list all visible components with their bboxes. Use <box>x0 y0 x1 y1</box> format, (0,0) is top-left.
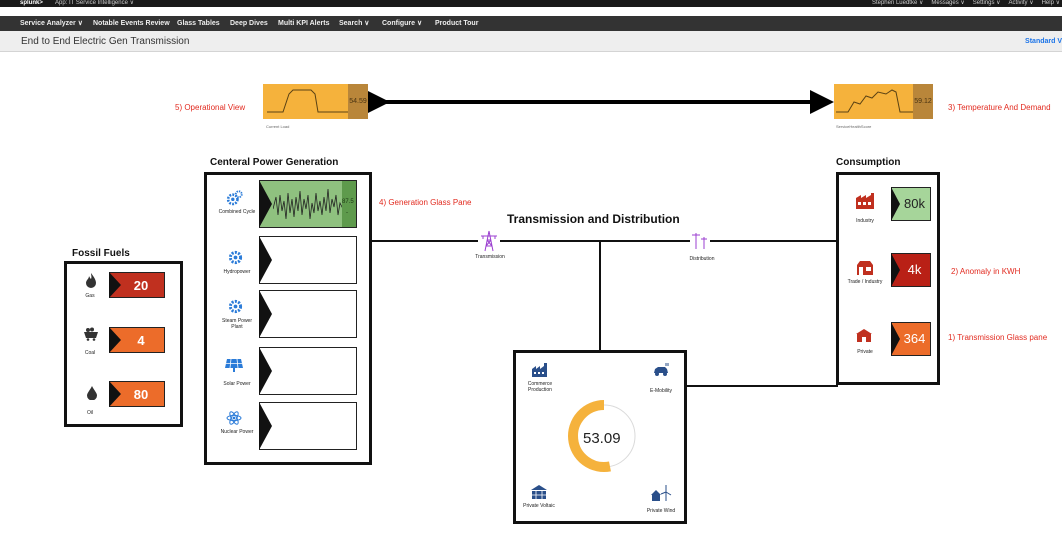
steam-power-label: Steam Power Plant <box>221 318 252 330</box>
oil-value: 80 <box>133 387 149 402</box>
oil-kpi[interactable]: 80 <box>109 381 165 407</box>
combined-cycle-value-bar: 87.5 - <box>342 181 356 227</box>
nuclear-power-label: Nuclear Power <box>220 429 254 435</box>
trade-industry-kpi[interactable]: 4k <box>891 253 931 287</box>
combined-cycle-sparkline <box>273 188 343 220</box>
transmission-tower-icon <box>481 230 497 252</box>
current-load-line <box>267 89 348 113</box>
service-health-line <box>836 89 913 113</box>
current-load-sparkline[interactable]: 54.59 <box>263 84 368 119</box>
electric-car-icon <box>654 363 669 376</box>
tnd-title: Transmission and Distribution <box>507 212 680 226</box>
private-wind-label: Private Wind <box>646 508 676 514</box>
solar-power-label: Solar Power <box>223 381 251 387</box>
private-voltaic-label: Private Voltaic <box>523 503 555 509</box>
trade-store-icon <box>857 261 873 275</box>
trade-industry-value: 4k <box>907 262 922 277</box>
solar-panel-icon <box>225 358 243 372</box>
combined-cycle-sub: - <box>346 210 348 216</box>
gears-icon <box>226 190 243 206</box>
gauge-value: 53.09 <box>583 430 621 447</box>
gas-kpi[interactable]: 20 <box>109 272 165 298</box>
hydropower-panel[interactable] <box>259 236 357 284</box>
combined-cycle-label: Combined Cycle <box>218 209 256 215</box>
coal-kpi[interactable]: 4 <box>109 327 165 353</box>
e-mobility-label: E-Mobility <box>650 388 672 394</box>
combined-cycle-value: 87.5 <box>342 199 354 205</box>
steam-power-panel[interactable] <box>259 290 357 338</box>
annotation-temperature-demand: 3) Temperature And Demand <box>948 103 1051 112</box>
gas-flame-icon <box>86 273 96 288</box>
coal-label: Coal <box>84 350 96 356</box>
private-value: 364 <box>903 331 926 346</box>
solar-power-panel[interactable] <box>259 347 357 395</box>
coal-value: 4 <box>137 333 145 348</box>
industry-value: 80k <box>904 196 925 211</box>
gas-label: Gas <box>85 293 95 299</box>
annotation-generation-pane: 4) Generation Glass Pane <box>379 198 472 207</box>
annotation-transmission-pane: 1) Transmission Glass pane <box>948 333 1048 342</box>
industry-factory-icon <box>856 193 874 209</box>
private-label: Private <box>857 349 873 355</box>
wind-home-icon <box>651 485 672 501</box>
distribution-pole-icon <box>692 233 707 249</box>
oil-drop-icon <box>87 386 97 400</box>
annotation-anomaly: 2) Anomaly in KWH <box>951 267 1021 276</box>
central-generation-title: Centeral Power Generation <box>210 157 339 168</box>
trade-industry-label: Trade / Industry <box>847 279 883 285</box>
hydropower-gears-icon <box>228 250 243 265</box>
distribution-label: Distribution <box>689 256 715 262</box>
private-home-icon <box>856 329 872 342</box>
transmission-label: Transmission <box>475 254 505 260</box>
steam-power-gears-icon <box>228 299 243 314</box>
gas-value: 20 <box>133 278 149 293</box>
glass-table-canvas: splunk> App: IT Service Intelligence ∨ S… <box>0 0 1062 546</box>
commerce-production-label: Commerce Production <box>527 381 553 393</box>
current-load-value: 54.59 <box>348 84 368 119</box>
combined-cycle-panel[interactable]: 87.5 - <box>259 180 357 228</box>
nuclear-power-panel[interactable] <box>259 402 357 450</box>
hydropower-label: Hydropower <box>223 269 251 275</box>
annotation-operational-view: 5) Operational View <box>175 103 246 112</box>
service-health-value: 59.12 <box>913 84 933 119</box>
service-health-caption: ServiceHealthScore <box>836 124 872 129</box>
atom-icon <box>226 411 242 425</box>
service-health-sparkline[interactable]: 59.12 <box>834 84 933 119</box>
industry-kpi[interactable]: 80k <box>891 187 931 221</box>
current-load-caption: Current Load <box>266 124 290 129</box>
private-voltaic-icon <box>531 485 547 499</box>
coal-cart-icon <box>84 327 98 341</box>
private-kpi[interactable]: 364 <box>891 322 931 356</box>
consumption-title: Consumption <box>836 157 901 168</box>
fossil-fuels-title: Fossil Fuels <box>72 248 130 259</box>
oil-label: Oil <box>86 410 94 416</box>
factory-production-icon <box>532 363 547 377</box>
industry-label: Industry <box>856 218 874 224</box>
